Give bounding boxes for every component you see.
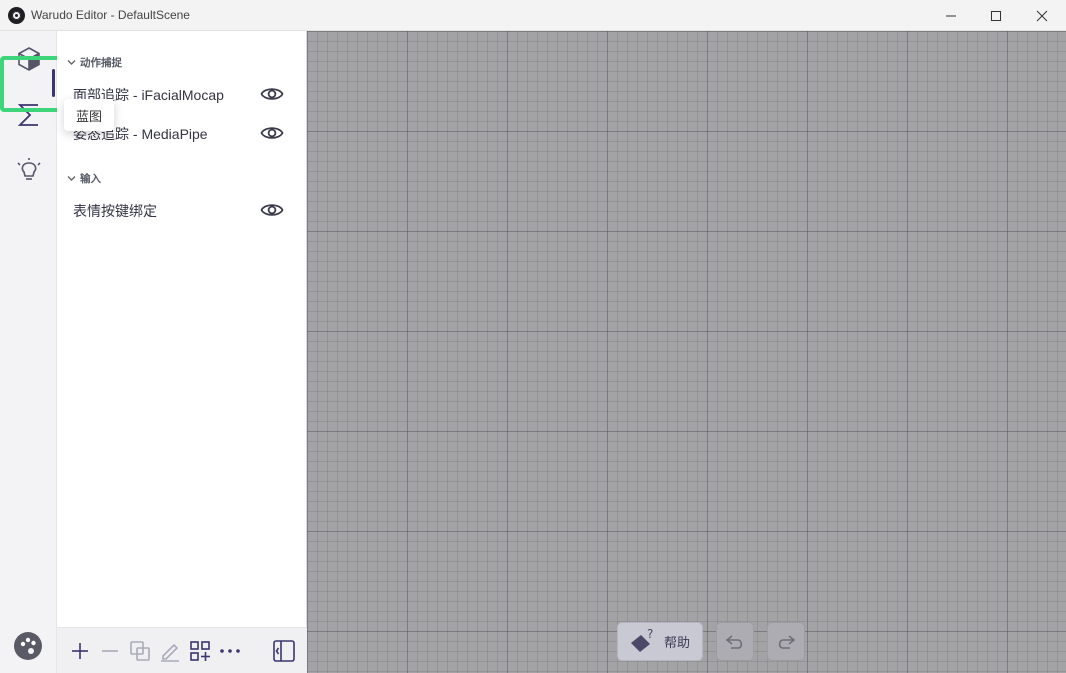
collapse-panel-button[interactable] — [269, 636, 299, 666]
add-grid-icon — [190, 641, 210, 661]
duplicate-icon — [130, 641, 150, 661]
svg-text:?: ? — [647, 627, 653, 641]
more-icon — [220, 649, 240, 653]
close-button[interactable] — [1019, 0, 1065, 31]
title-bar: Warudo Editor - DefaultScene — [0, 0, 1066, 31]
add-icon — [72, 643, 88, 659]
close-icon — [1036, 10, 1048, 21]
help-book-icon: ? — [631, 627, 653, 652]
remove-button[interactable] — [95, 636, 125, 666]
rename-button[interactable] — [155, 636, 185, 666]
tooltip: 蓝图 — [64, 99, 114, 131]
redo-icon — [778, 634, 796, 649]
visibility-toggle[interactable] — [260, 200, 284, 224]
help-label: 帮助 — [664, 636, 691, 651]
activity-bar — [0, 31, 57, 673]
lightbulb-icon — [16, 158, 41, 180]
add-button[interactable] — [65, 636, 95, 666]
eye-icon — [260, 204, 284, 216]
rename-icon — [161, 643, 179, 662]
duplicate-button[interactable] — [125, 636, 155, 666]
maximize-button[interactable] — [973, 0, 1019, 31]
remove-icon — [102, 650, 118, 652]
visibility-toggle[interactable] — [260, 84, 284, 108]
group-title: 动作捕捉 — [80, 57, 122, 69]
minimize-button[interactable] — [928, 0, 974, 31]
list-item[interactable]: 表情按键绑定 — [57, 191, 307, 229]
minimize-icon — [946, 15, 956, 16]
blueprint-canvas[interactable]: ? 帮助 — [307, 31, 1066, 673]
list-item-label: 表情按键绑定 — [73, 203, 157, 219]
app-logo-icon — [8, 7, 25, 24]
add-node-button[interactable] — [185, 636, 215, 666]
chevron-down-icon — [67, 60, 76, 65]
chevron-down-icon — [67, 176, 76, 181]
collapse-panel-icon — [273, 640, 295, 662]
group-header-mocap[interactable]: 动作捕捉 — [67, 55, 122, 70]
eye-icon — [260, 88, 284, 100]
palette-icon[interactable] — [14, 632, 42, 660]
activity-plugins-button[interactable] — [0, 143, 57, 197]
activity-active-indicator — [52, 69, 55, 97]
help-button[interactable]: ? 帮助 — [617, 622, 703, 661]
panel-toolbar — [57, 627, 307, 673]
redo-button[interactable] — [767, 622, 805, 661]
undo-icon — [725, 634, 743, 649]
window-title: Warudo Editor - DefaultScene — [31, 8, 190, 22]
undo-button[interactable] — [716, 622, 754, 661]
eye-icon — [260, 127, 284, 139]
visibility-toggle[interactable] — [260, 123, 284, 147]
group-header-input[interactable]: 输入 — [67, 171, 101, 186]
maximize-icon — [991, 10, 1001, 21]
group-title: 输入 — [80, 173, 101, 185]
more-button[interactable] — [215, 636, 245, 666]
